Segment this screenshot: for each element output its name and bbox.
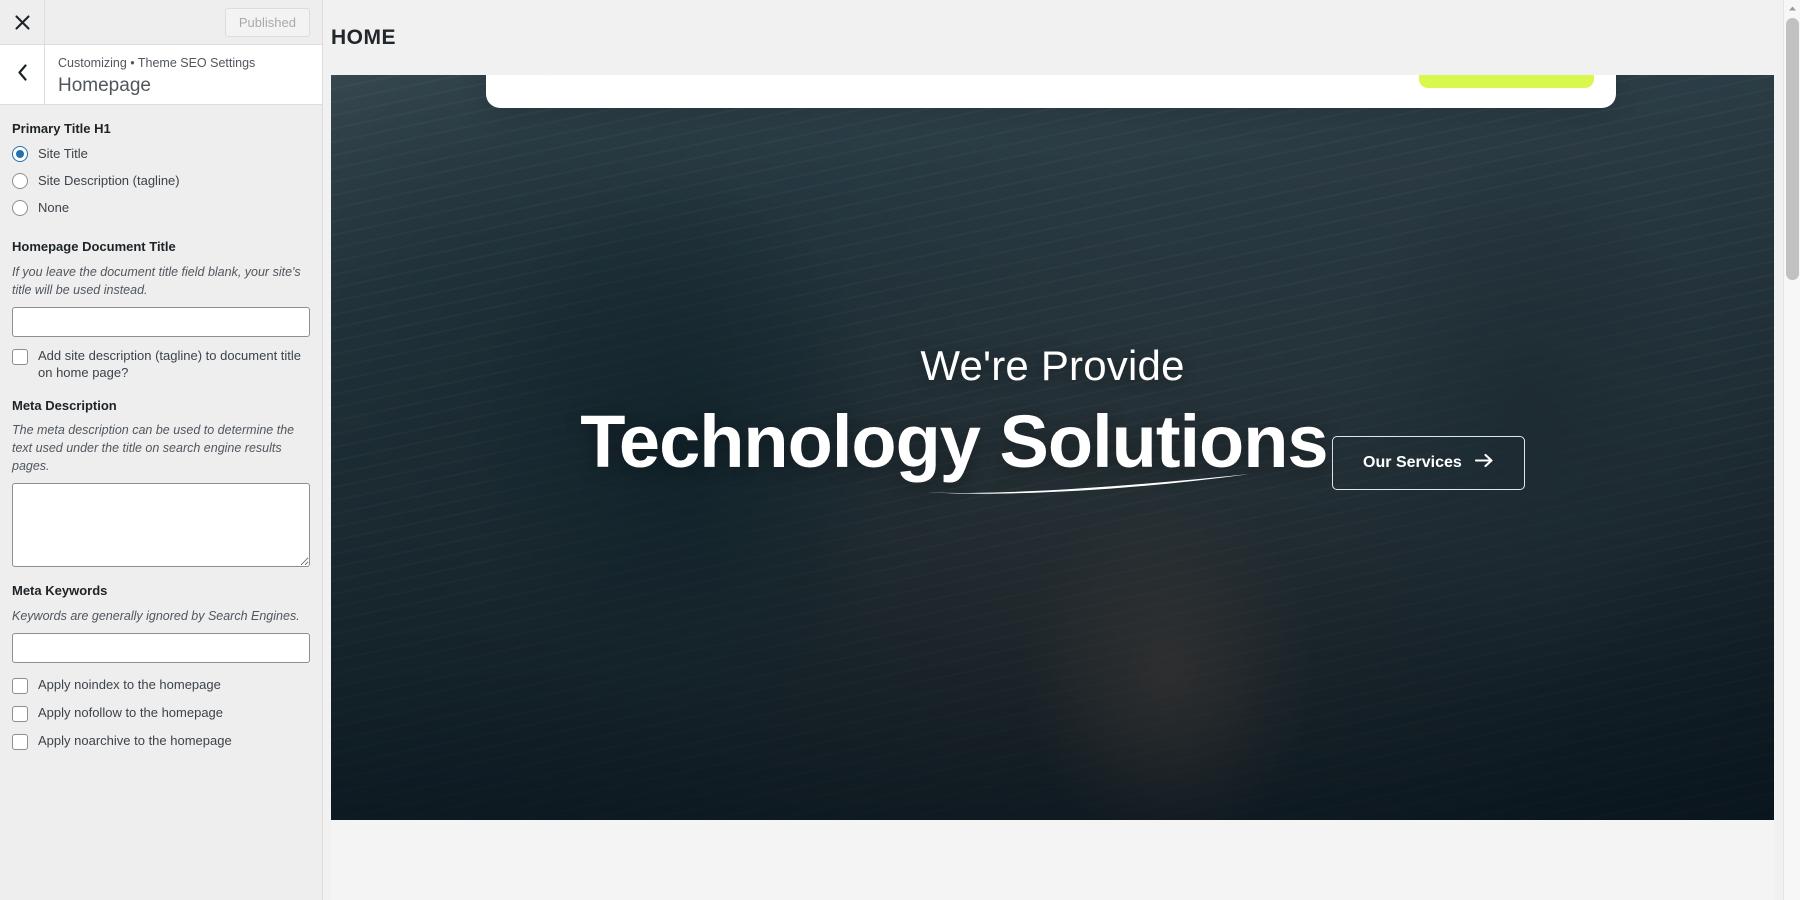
meta-keywords-group: Meta Keywords Keywords are generally ign…: [12, 581, 310, 664]
customizer-panel-header: Customizing • Theme SEO Settings Homepag…: [0, 45, 322, 105]
meta-description-label: Meta Description: [12, 397, 117, 413]
checkbox-add-tagline-box[interactable]: [12, 348, 28, 365]
flower-petal-logo-icon: [524, 75, 564, 84]
document-title-description: If you leave the document title field bl…: [12, 264, 301, 297]
brand-logo[interactable]: Techee: [524, 75, 674, 84]
chevron-left-icon: [17, 63, 28, 86]
breadcrumb: Customizing • Theme SEO Settings: [58, 56, 256, 70]
checkbox-nofollow-box[interactable]: [12, 706, 28, 723]
get-a-quote-button[interactable]: Get A Quote: [1418, 75, 1594, 88]
primary-title-group: Primary Title H1 Site Title Site Descrip…: [12, 119, 310, 217]
scrollbar-thumb[interactable]: [1786, 18, 1799, 280]
close-icon: [14, 14, 30, 30]
checkbox-add-tagline[interactable]: Add site description (tagline) to docume…: [12, 348, 310, 382]
customizer-controls: Primary Title H1 Site Title Site Descrip…: [0, 105, 322, 900]
robots-options-group: Apply noindex to the homepage Apply nofo…: [12, 677, 310, 751]
meta-keywords-label: Meta Keywords: [12, 583, 108, 599]
radio-site-title-label: Site Title: [38, 145, 88, 161]
back-button[interactable]: [0, 45, 45, 104]
meta-keywords-input[interactable]: [12, 633, 310, 664]
primary-title-label: Primary Title H1: [12, 121, 111, 136]
arrow-right-icon: [1474, 453, 1494, 473]
radio-site-description-label: Site Description (tagline): [38, 172, 180, 188]
customizer-app: Published Customizing • Theme SEO Settin…: [0, 0, 1800, 900]
our-services-label: Our Services: [1363, 454, 1462, 472]
below-hero-section: [331, 820, 1774, 900]
hero-eyebrow: We're Provide: [920, 342, 1185, 389]
checkbox-noindex[interactable]: Apply noindex to the homepage: [12, 677, 310, 695]
brand-name: Techee: [578, 75, 674, 78]
radio-option-site-title[interactable]: Site Title: [12, 145, 310, 163]
publish-button[interactable]: Published: [224, 7, 310, 37]
checkbox-add-tagline-label: Add site description (tagline) to docume…: [38, 347, 302, 380]
hero-content: We're Provide Technology Solutions Our S…: [331, 342, 1774, 494]
checkbox-nofollow[interactable]: Apply nofollow to the homepage: [12, 705, 310, 723]
caret-up-icon: [1788, 0, 1797, 17]
panel-header-titles: Customizing • Theme SEO Settings Homepag…: [45, 45, 255, 104]
our-services-button[interactable]: Our Services: [1332, 436, 1525, 491]
site-header: Techee Get A Quote: [486, 75, 1616, 108]
site-preview-pane: HOME We're Provide Technology Solutions …: [323, 0, 1800, 900]
checkbox-noarchive-box[interactable]: [12, 734, 28, 751]
customizer-sidebar: Published Customizing • Theme SEO Settin…: [0, 0, 323, 900]
scrollbar-up-arrow[interactable]: [1784, 0, 1800, 16]
radio-site-title-icon[interactable]: [12, 145, 28, 162]
meta-description-group: Meta Description The meta description ca…: [12, 396, 310, 568]
checkbox-noarchive[interactable]: Apply noarchive to the homepage: [12, 733, 310, 751]
hero-title-wrapper: Technology Solutions: [580, 400, 1329, 494]
document-title-label: Homepage Document Title: [12, 239, 176, 255]
radio-site-description-icon[interactable]: [12, 172, 28, 189]
customizer-topbar: Published: [0, 0, 322, 45]
hero-title: Technology Solutions: [580, 400, 1328, 484]
meta-description-description: The meta description can be used to dete…: [12, 423, 295, 474]
page-title: Homepage: [58, 74, 151, 96]
checkbox-nofollow-label: Apply nofollow to the homepage: [38, 705, 224, 721]
preview-page-label-bar: HOME: [331, 0, 1774, 75]
radio-none-icon[interactable]: [12, 199, 28, 216]
document-title-group: Homepage Document Title If you leave the…: [12, 237, 310, 382]
meta-keywords-description: Keywords are generally ignored by Search…: [12, 608, 300, 623]
meta-description-textarea[interactable]: [12, 483, 310, 568]
checkbox-noindex-box[interactable]: [12, 678, 28, 695]
close-customizer-button[interactable]: [0, 0, 45, 44]
checkbox-noindex-label: Apply noindex to the homepage: [38, 677, 221, 693]
radio-option-site-description[interactable]: Site Description (tagline): [12, 172, 310, 190]
radio-option-none[interactable]: None: [12, 199, 310, 217]
document-title-input[interactable]: [12, 306, 310, 337]
page-label: HOME: [331, 25, 396, 49]
hero-section: Techee Get A Quote We're Provide: [331, 75, 1774, 820]
preview-scrollbar[interactable]: [1783, 0, 1800, 900]
preview-viewport: HOME We're Provide Technology Solutions …: [331, 0, 1774, 900]
checkbox-noarchive-label: Apply noarchive to the homepage: [38, 733, 232, 749]
radio-none-label: None: [38, 199, 70, 215]
